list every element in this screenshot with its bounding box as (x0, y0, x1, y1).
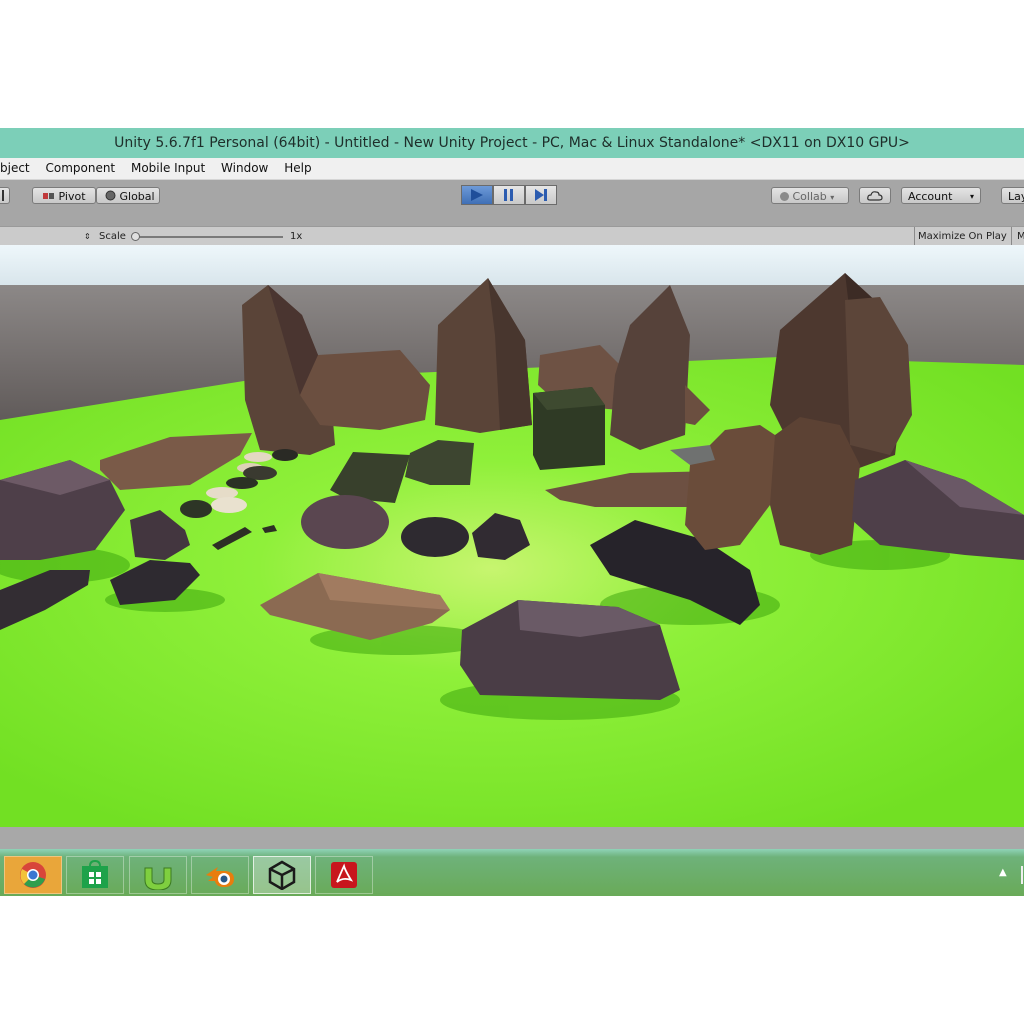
game-view-tab-strip (0, 212, 1024, 226)
collab-dropdown[interactable]: Collab ▾ (771, 187, 849, 204)
menu-mobile-input[interactable]: Mobile Input (125, 158, 211, 179)
game-viewport[interactable] (0, 245, 1024, 827)
rect-tool-icon (2, 190, 4, 201)
rect-tool-button[interactable] (0, 187, 10, 204)
pause-button[interactable] (493, 185, 525, 205)
mute-audio-toggle[interactable]: M (1017, 227, 1024, 246)
check-icon (780, 192, 789, 201)
taskbar-unity[interactable] (253, 856, 311, 894)
taskbar-utorrent[interactable] (129, 856, 187, 894)
menu-help[interactable]: Help (278, 158, 317, 179)
layers-dropdown[interactable]: Lay (1001, 187, 1024, 204)
show-hidden-icons-arrow[interactable]: ▲ (999, 867, 1007, 878)
scale-value: 1x (290, 231, 303, 242)
play-icon (471, 189, 483, 201)
globe-icon (105, 190, 116, 201)
store-icon (82, 860, 108, 888)
scale-label: Scale (99, 231, 126, 242)
display-dropdown-arrows[interactable]: ⇕ (84, 227, 91, 246)
global-label: Global (119, 190, 155, 203)
pivot-icon (43, 193, 54, 199)
playback-controls (461, 185, 557, 205)
maximize-on-play-label: Maximize On Play (918, 231, 1007, 242)
window-title-bar[interactable]: Unity 5.6.7f1 Personal (64bit) - Untitle… (0, 128, 1024, 158)
pause-icon (504, 189, 513, 201)
step-button[interactable] (525, 185, 557, 205)
chevron-down-icon: ▾ (830, 193, 835, 202)
blender-icon (206, 867, 234, 887)
pivot-toggle[interactable]: Pivot (32, 187, 96, 204)
unity-icon (268, 860, 296, 890)
tray-divider (1021, 866, 1023, 884)
scene-render (0, 245, 1024, 827)
menu-window[interactable]: Window (215, 158, 274, 179)
account-label: Account (908, 190, 953, 203)
window-title: Unity 5.6.7f1 Personal (64bit) - Untitle… (114, 135, 910, 151)
menu-component[interactable]: Component (39, 158, 121, 179)
acrobat-icon (331, 862, 357, 888)
taskbar-blender[interactable] (191, 856, 249, 894)
global-toggle[interactable]: Global (96, 187, 160, 204)
menu-gameobject[interactable]: bject (0, 158, 36, 179)
editor-bottom-strip (0, 827, 1024, 849)
play-button[interactable] (461, 185, 493, 205)
layers-label: Lay (1008, 190, 1024, 203)
chevron-down-icon: ▾ (969, 192, 974, 201)
taskbar-acrobat[interactable] (315, 856, 373, 894)
taskbar-chrome[interactable] (4, 856, 62, 894)
windows-taskbar: ▲ (0, 849, 1024, 896)
pivot-label: Pivot (58, 190, 86, 203)
menu-bar: bject Component Mobile Input Window Help (0, 158, 1024, 180)
taskbar-store[interactable] (66, 856, 124, 894)
account-dropdown[interactable]: Account ▾ (901, 187, 981, 204)
maximize-on-play-toggle[interactable]: Maximize On Play (914, 227, 1012, 246)
cloud-icon (867, 191, 883, 201)
chrome-icon (20, 862, 46, 888)
utorrent-icon (144, 867, 172, 890)
main-toolbar: Pivot Global Collab ▾ Account ▾ Lay (0, 180, 1024, 212)
game-view-toolbar: ⇕ Scale 1x Maximize On Play M (0, 226, 1024, 246)
step-icon (535, 189, 547, 201)
scale-slider-thumb[interactable] (131, 232, 140, 241)
cloud-button[interactable] (859, 187, 891, 204)
scale-slider[interactable] (131, 232, 283, 241)
collab-label: Collab (792, 190, 827, 203)
